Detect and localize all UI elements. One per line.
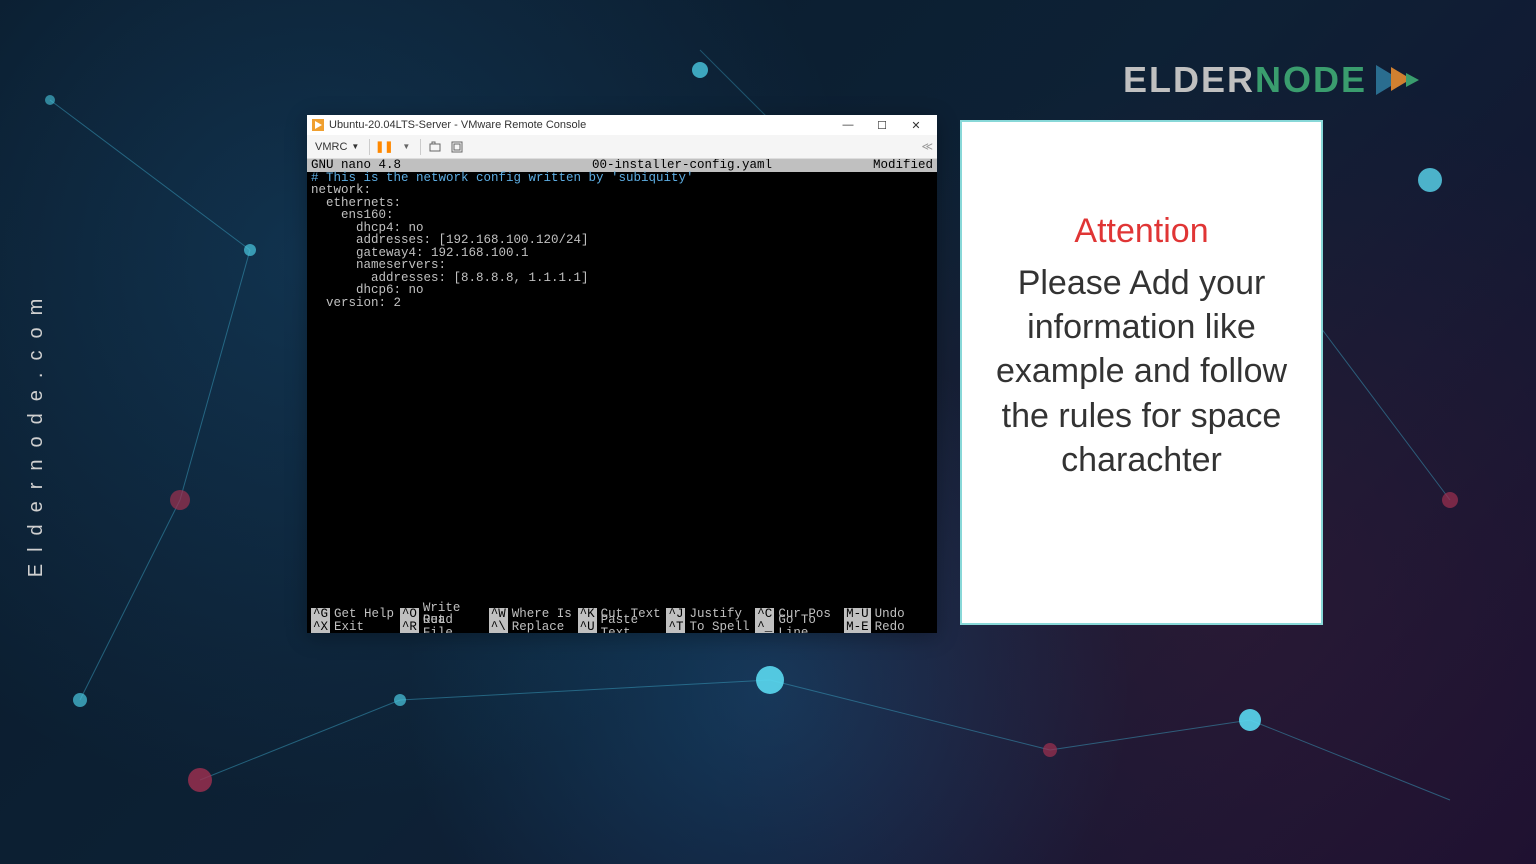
window-titlebar[interactable]: Ubuntu-20.04LTS-Server - VMware Remote C… bbox=[307, 115, 937, 135]
fullscreen-button[interactable] bbox=[449, 139, 465, 155]
brand-logo: ELDERNODE bbox=[1123, 55, 1421, 105]
attention-callout: Attention Please Add your information li… bbox=[960, 120, 1323, 625]
power-dropdown[interactable]: ▼ bbox=[398, 139, 414, 155]
minimize-button[interactable]: — bbox=[831, 115, 865, 135]
nano-footer: ^GGet Help^OWrite Out^WWhere Is^KCut Tex… bbox=[307, 608, 937, 633]
logo-text-node: NODE bbox=[1255, 59, 1367, 100]
nano-shortcut: M-UUndo bbox=[844, 608, 933, 621]
window-title: Ubuntu-20.04LTS-Server - VMware Remote C… bbox=[329, 119, 831, 131]
pause-button[interactable]: ❚❚ bbox=[376, 139, 392, 155]
nano-shortcut: ^WWhere Is bbox=[489, 608, 578, 621]
nano-shortcut: ^UPaste Text bbox=[578, 621, 667, 634]
toolbar-collapse-icon[interactable]: ≪ bbox=[921, 140, 933, 153]
terminal-area[interactable]: GNU nano 4.8 00-installer-config.yaml Mo… bbox=[307, 159, 937, 633]
nano-shortcut: ^\Replace bbox=[489, 621, 578, 634]
logo-play-icon bbox=[1371, 55, 1421, 105]
nano-shortcut: ^JJustify bbox=[666, 608, 755, 621]
nano-shortcut: M-ERedo bbox=[844, 621, 933, 634]
nano-shortcut: ^XExit bbox=[311, 621, 400, 634]
logo-text-elder: ELDER bbox=[1123, 59, 1255, 100]
maximize-button[interactable]: ☐ bbox=[865, 115, 899, 135]
send-keys-button[interactable] bbox=[427, 139, 443, 155]
nano-status: Modified bbox=[853, 159, 933, 172]
vmware-toolbar: VMRC▼ ❚❚ ▼ ≪ bbox=[307, 135, 937, 159]
vmware-console-window: Ubuntu-20.04LTS-Server - VMware Remote C… bbox=[307, 115, 937, 633]
vmware-icon bbox=[311, 118, 325, 132]
nano-shortcut: ^_Go To Line bbox=[755, 621, 844, 634]
nano-shortcut: ^GGet Help bbox=[311, 608, 400, 621]
attention-body: Please Add your information like example… bbox=[986, 261, 1297, 482]
close-button[interactable]: ✕ bbox=[899, 115, 933, 135]
nano-shortcut: ^TTo Spell bbox=[666, 621, 755, 634]
attention-title: Attention bbox=[986, 212, 1297, 251]
nano-shortcut: ^RRead File bbox=[400, 621, 489, 634]
vmrc-menu[interactable]: VMRC▼ bbox=[311, 141, 363, 153]
vertical-brand-text: Eldernode.com bbox=[25, 287, 48, 578]
nano-editor-content[interactable]: # This is the network config written by … bbox=[307, 172, 937, 310]
